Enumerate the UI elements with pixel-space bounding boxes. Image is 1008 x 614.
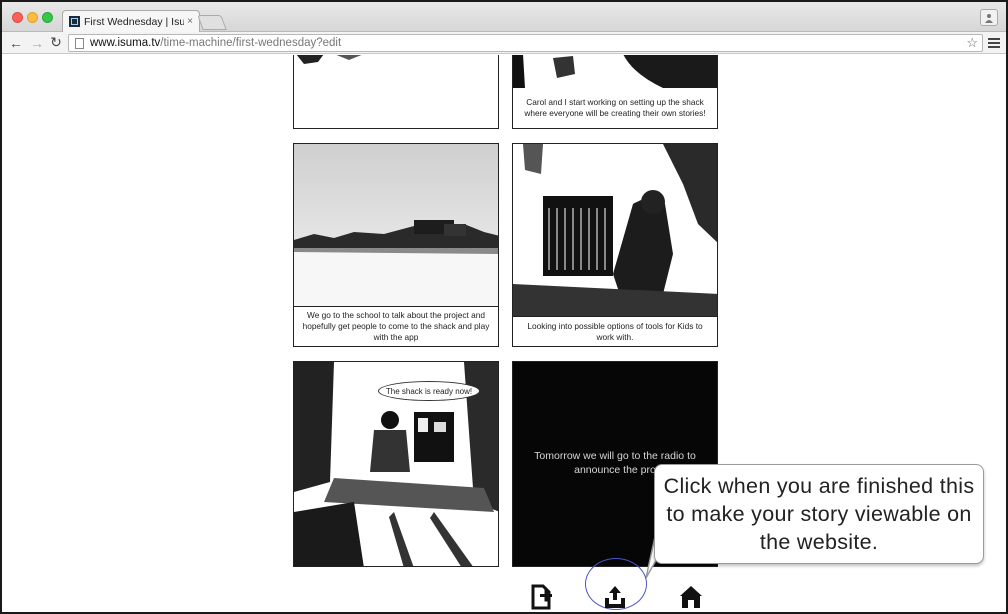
menu-icon[interactable] [988,35,1000,51]
publish-tooltip: Click when you are finished this to make… [654,464,984,564]
forward-arrow-icon[interactable]: → [29,34,45,51]
back-arrow-icon[interactable]: ← [8,34,24,51]
tab-close-icon[interactable]: × [187,16,193,27]
story-panel[interactable] [293,55,499,129]
panel-image [294,55,498,66]
browser-tab[interactable]: First Wednesday | IsumaTV × [62,10,200,32]
story-panel[interactable]: We go to the school to talk about the pr… [293,143,499,347]
url-host: www.isuma.tv [90,37,161,49]
profile-icon[interactable] [980,9,998,26]
panel-caption: We go to the school to talk about the pr… [294,306,498,346]
page-icon [75,37,84,49]
new-tab-button[interactable] [197,15,227,30]
reload-icon[interactable]: ↻ [48,34,64,51]
story-panel[interactable]: Carol and I start working on setting up … [512,55,718,129]
bookmark-star-icon[interactable]: ☆ [966,35,978,51]
speech-bubble: The shack is ready now! [378,381,480,401]
page-content: Carol and I start working on setting up … [2,55,1006,612]
maximize-window-button[interactable] [42,12,53,23]
tab-strip: First Wednesday | IsumaTV × [2,2,1006,32]
isuma-favicon-icon [69,16,80,27]
minimize-window-button[interactable] [27,12,38,23]
add-page-icon[interactable] [528,584,554,610]
panel-caption: Carol and I start working on setting up … [513,88,717,128]
url-path: /time-machine/first-wednesday?edit [160,37,342,49]
publish-upload-icon[interactable] [602,584,628,610]
address-bar[interactable]: www.isuma.tv/time-machine/first-wednesda… [68,34,983,52]
panel-caption: Looking into possible options of tools f… [513,316,717,346]
panel-image [513,144,717,318]
tab-title: First Wednesday | IsumaTV [84,15,185,28]
panel-image [294,144,498,308]
browser-toolbar: ← → ↻ www.isuma.tv/time-machine/first-we… [2,32,1006,54]
browser-window: First Wednesday | IsumaTV × ← → ↻ www.is… [0,0,1008,614]
close-window-button[interactable] [12,12,23,23]
story-panel[interactable]: The shack is ready now! [293,361,499,567]
home-icon[interactable] [678,584,704,610]
panel-image [513,55,717,90]
story-panel[interactable]: Looking into possible options of tools f… [512,143,718,347]
